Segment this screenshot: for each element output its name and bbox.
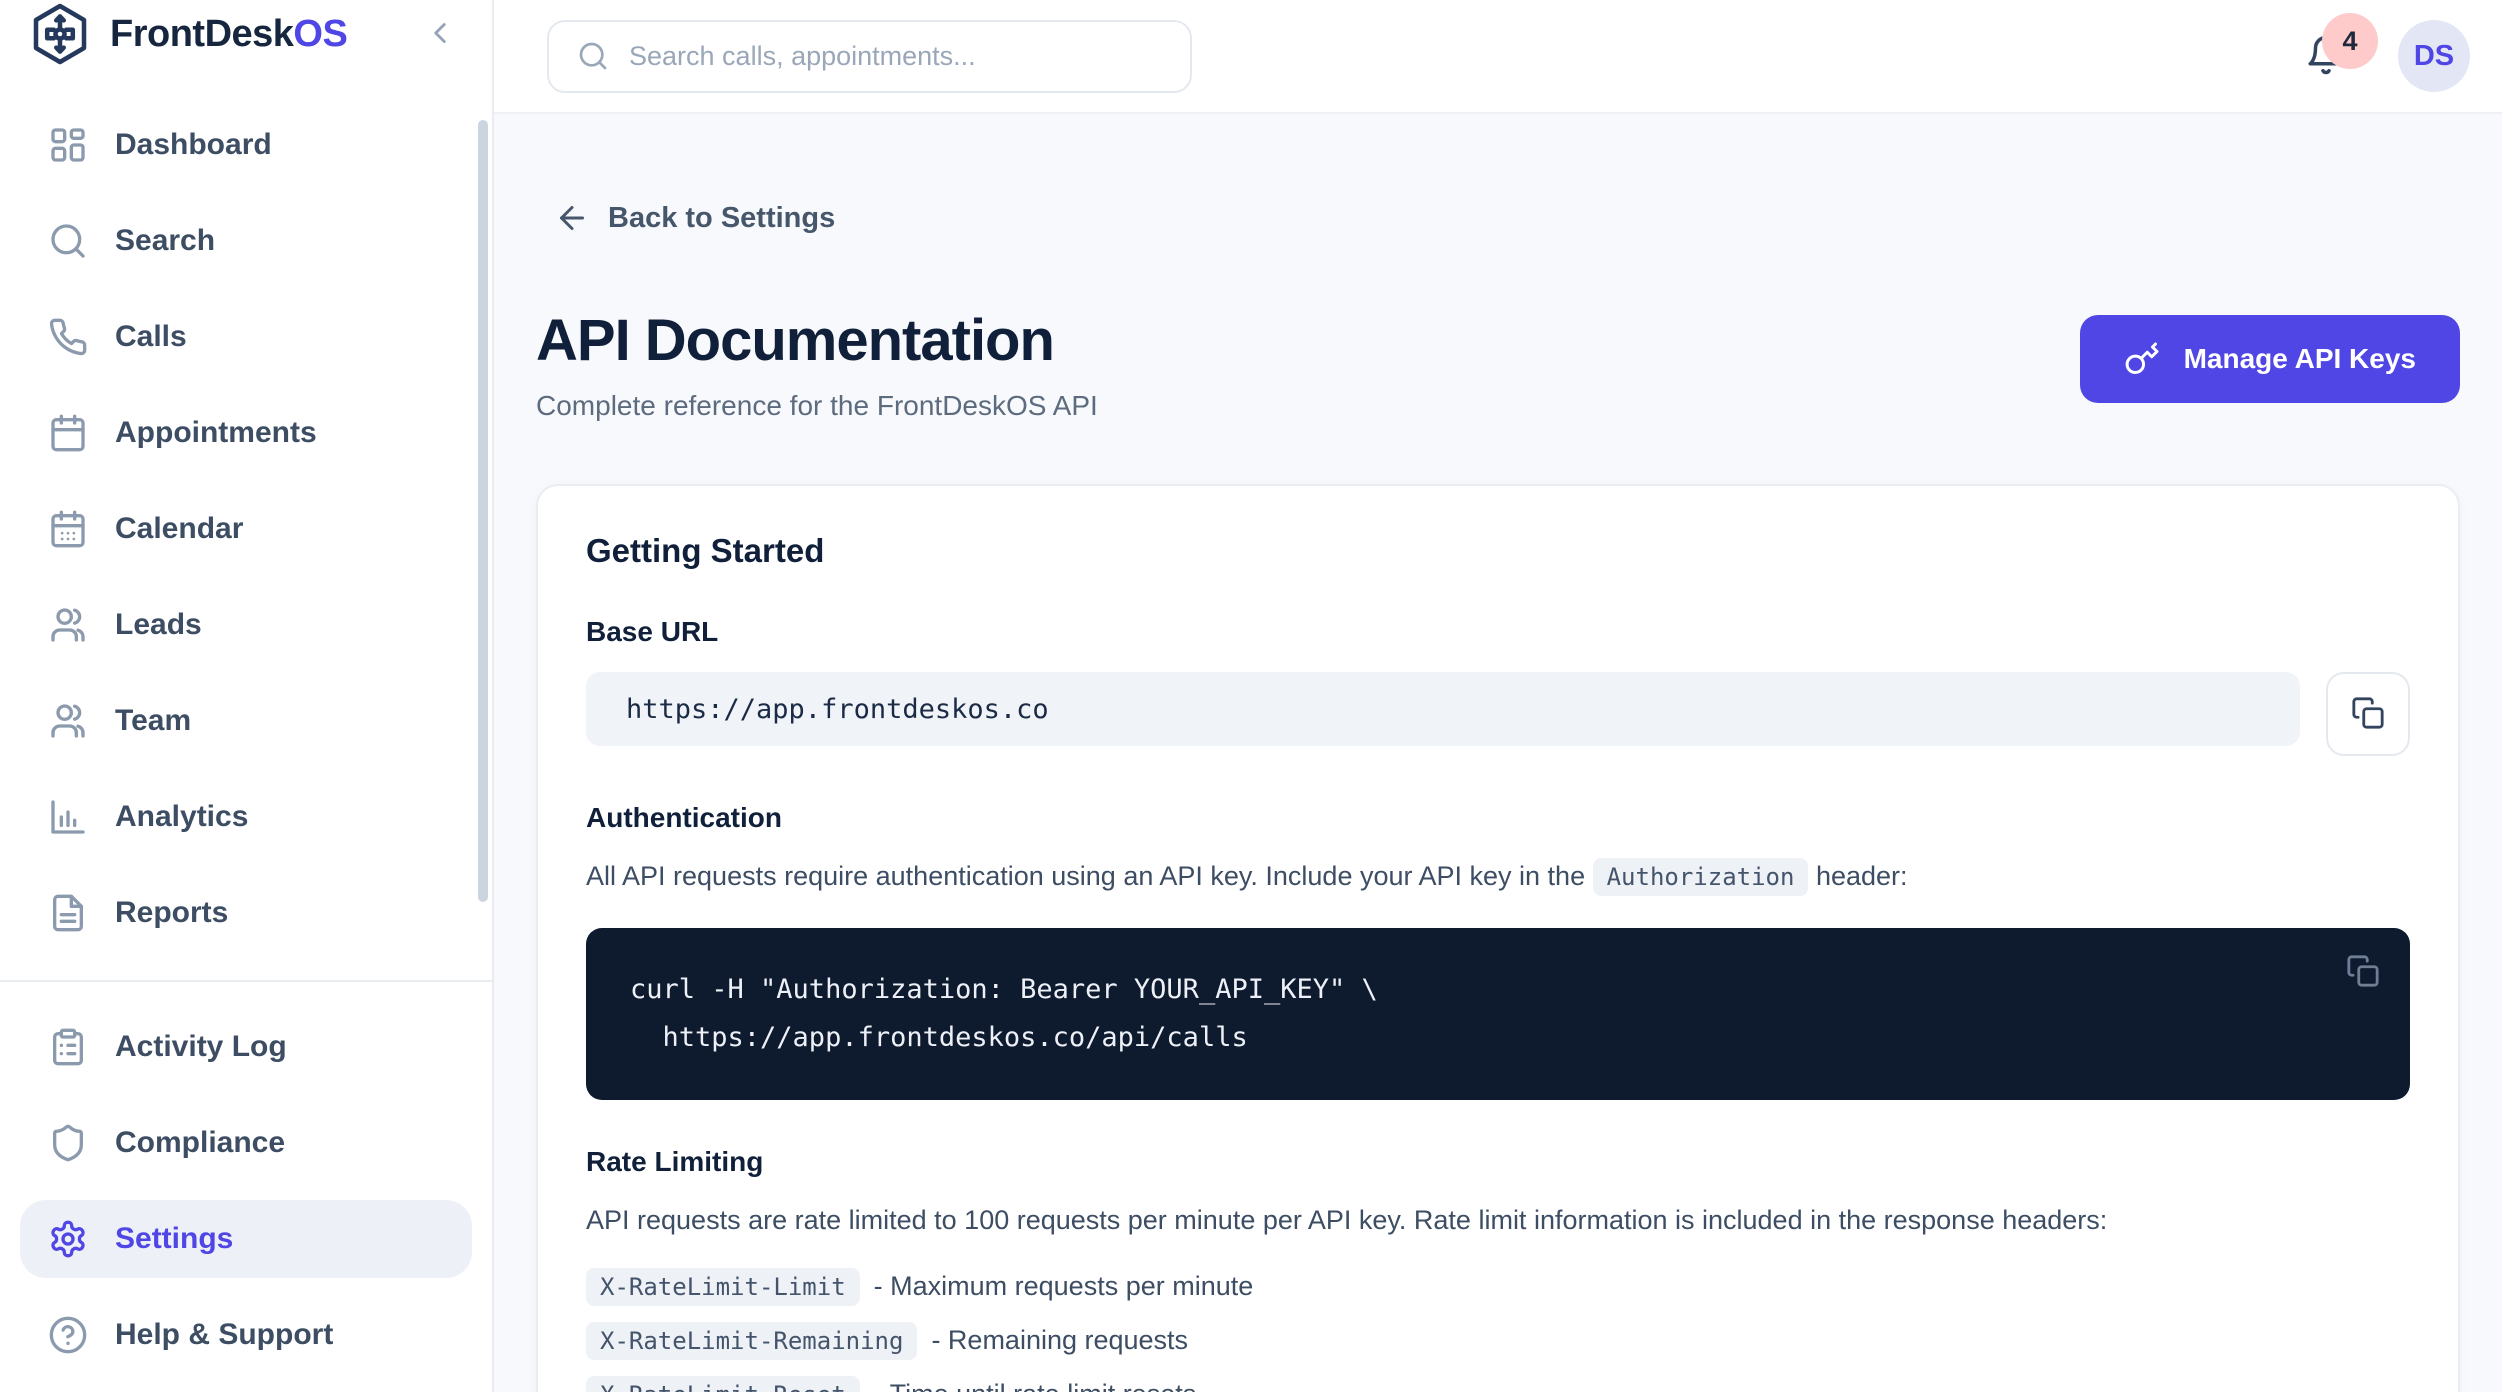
code-line-2: https://app.frontdeskos.co/api/calls: [630, 1014, 2366, 1062]
sidebar-nav-primary: Dashboard Search Calls Appointments Cale…: [0, 68, 492, 970]
sidebar-item-label: Calls: [115, 320, 187, 354]
search-input[interactable]: [629, 41, 1162, 72]
sidebar: FrontDeskOS Dashboard Search Calls Appoi…: [0, 0, 494, 1392]
sidebar-scrollbar[interactable]: [478, 120, 488, 902]
authentication-heading: Authentication: [586, 802, 2410, 834]
clipboard-list-icon: [48, 1027, 88, 1067]
auth-body-before: All API requests require authentication …: [586, 861, 1593, 891]
gear-icon: [48, 1219, 88, 1259]
page-title-row: API Documentation Complete reference for…: [536, 307, 2460, 422]
inline-code-authorization: Authorization: [1593, 858, 1809, 896]
users-icon: [48, 605, 88, 645]
sidebar-item-label: Settings: [115, 1222, 233, 1256]
auth-body-after: header:: [1808, 861, 1907, 891]
sidebar-item-leads[interactable]: Leads: [20, 586, 472, 664]
sidebar-item-reports[interactable]: Reports: [20, 874, 472, 952]
manage-api-keys-label: Manage API Keys: [2184, 343, 2416, 375]
global-search-box[interactable]: [547, 20, 1192, 93]
shield-icon: [48, 1123, 88, 1163]
sidebar-item-calendar[interactable]: Calendar: [20, 490, 472, 568]
sidebar-nav-secondary: Activity Log Compliance Settings Help & …: [0, 1008, 492, 1392]
sidebar-item-label: Help & Support: [115, 1318, 333, 1352]
sidebar-item-label: Appointments: [115, 416, 317, 450]
copy-code-button[interactable]: [2346, 954, 2380, 991]
page-title: API Documentation: [536, 307, 1098, 374]
users-icon: [48, 701, 88, 741]
copy-icon: [2346, 976, 2380, 991]
sidebar-item-label: Reports: [115, 896, 228, 930]
arrow-left-icon: [554, 200, 590, 236]
sidebar-item-activity-log[interactable]: Activity Log: [20, 1008, 472, 1086]
authentication-body: All API requests require authentication …: [586, 856, 2410, 898]
page-content: Back to Settings API Documentation Compl…: [494, 114, 2502, 1392]
rate-limit-header-desc: - Remaining requests: [931, 1325, 1188, 1356]
base-url-value-box: https://app.frontdeskos.co: [586, 672, 2300, 746]
page-subtitle: Complete reference for the FrontDeskOS A…: [536, 390, 1098, 422]
brand-name: FrontDeskOS: [110, 13, 347, 56]
getting-started-card: Getting Started Base URL https://app.fro…: [536, 484, 2460, 1392]
app-window: FrontDeskOS Dashboard Search Calls Appoi…: [0, 0, 2502, 1392]
search-icon: [577, 40, 609, 72]
base-url-heading: Base URL: [586, 616, 2410, 648]
base-url-row: https://app.frontdeskos.co: [586, 672, 2410, 756]
sidebar-item-label: Search: [115, 224, 215, 258]
sidebar-item-label: Analytics: [115, 800, 248, 834]
top-header: 4 DS: [494, 0, 2502, 114]
sidebar-item-label: Leads: [115, 608, 202, 642]
back-to-settings-link[interactable]: Back to Settings: [554, 200, 835, 236]
base-url-value: https://app.frontdeskos.co: [626, 694, 1049, 725]
frontdeskos-logo-icon: [28, 2, 92, 66]
rate-limit-header-desc: - Maximum requests per minute: [874, 1271, 1254, 1302]
notification-badge: 4: [2322, 13, 2378, 69]
manage-api-keys-button[interactable]: Manage API Keys: [2080, 315, 2460, 403]
sidebar-item-label: Team: [115, 704, 191, 738]
notifications-button[interactable]: 4: [2298, 21, 2354, 91]
sidebar-item-help-support[interactable]: Help & Support: [20, 1296, 472, 1374]
rate-limit-header-code: X-RateLimit-Remaining: [586, 1322, 917, 1360]
sidebar-item-settings[interactable]: Settings: [20, 1200, 472, 1278]
sidebar-item-search[interactable]: Search: [20, 202, 472, 280]
bar-chart-icon: [48, 797, 88, 837]
copy-base-url-button[interactable]: [2326, 672, 2410, 756]
sidebar-item-label: Dashboard: [115, 128, 272, 162]
sidebar-item-analytics[interactable]: Analytics: [20, 778, 472, 856]
rate-limit-header-list: X-RateLimit-Limit - Maximum requests per…: [586, 1268, 2410, 1392]
calendar-icon: [48, 413, 88, 453]
dashboard-icon: [48, 125, 88, 165]
sidebar-collapse-button[interactable]: [418, 12, 462, 56]
rate-limit-header-code: X-RateLimit-Reset: [586, 1376, 860, 1392]
rate-limit-item: X-RateLimit-Remaining - Remaining reques…: [586, 1322, 2410, 1360]
chevron-left-icon: [423, 16, 457, 53]
rate-limiting-heading: Rate Limiting: [586, 1146, 2410, 1178]
sidebar-item-appointments[interactable]: Appointments: [20, 394, 472, 472]
key-icon: [2124, 341, 2160, 377]
search-icon: [48, 221, 88, 261]
sidebar-item-label: Calendar: [115, 512, 243, 546]
help-circle-icon: [48, 1315, 88, 1355]
back-link-label: Back to Settings: [608, 202, 835, 235]
sidebar-item-compliance[interactable]: Compliance: [20, 1104, 472, 1182]
section-title: Getting Started: [586, 532, 2410, 570]
phone-icon: [48, 317, 88, 357]
file-text-icon: [48, 893, 88, 933]
rate-limiting-body: API requests are rate limited to 100 req…: [586, 1200, 2410, 1242]
calendar-days-icon: [48, 509, 88, 549]
sidebar-logo-row: FrontDeskOS: [0, 0, 492, 68]
user-avatar[interactable]: DS: [2398, 20, 2470, 92]
rate-limit-item: X-RateLimit-Reset - Time until rate limi…: [586, 1376, 2410, 1392]
sidebar-item-team[interactable]: Team: [20, 682, 472, 760]
sidebar-item-label: Compliance: [115, 1126, 285, 1160]
rate-limit-header-desc: - Time until rate limit resets: [874, 1379, 1197, 1392]
main-column: 4 DS Back to Settings API Documentation …: [494, 0, 2502, 1392]
rate-limit-header-code: X-RateLimit-Limit: [586, 1268, 860, 1306]
sidebar-divider: [0, 980, 492, 982]
curl-code-block: curl -H "Authorization: Bearer YOUR_API_…: [586, 928, 2410, 1100]
sidebar-item-calls[interactable]: Calls: [20, 298, 472, 376]
code-line-1: curl -H "Authorization: Bearer YOUR_API_…: [630, 966, 2366, 1014]
sidebar-item-label: Activity Log: [115, 1030, 287, 1064]
sidebar-item-dashboard[interactable]: Dashboard: [20, 106, 472, 184]
header-actions: 4 DS: [2298, 20, 2470, 92]
rate-limit-item: X-RateLimit-Limit - Maximum requests per…: [586, 1268, 2410, 1306]
copy-icon: [2351, 696, 2385, 733]
